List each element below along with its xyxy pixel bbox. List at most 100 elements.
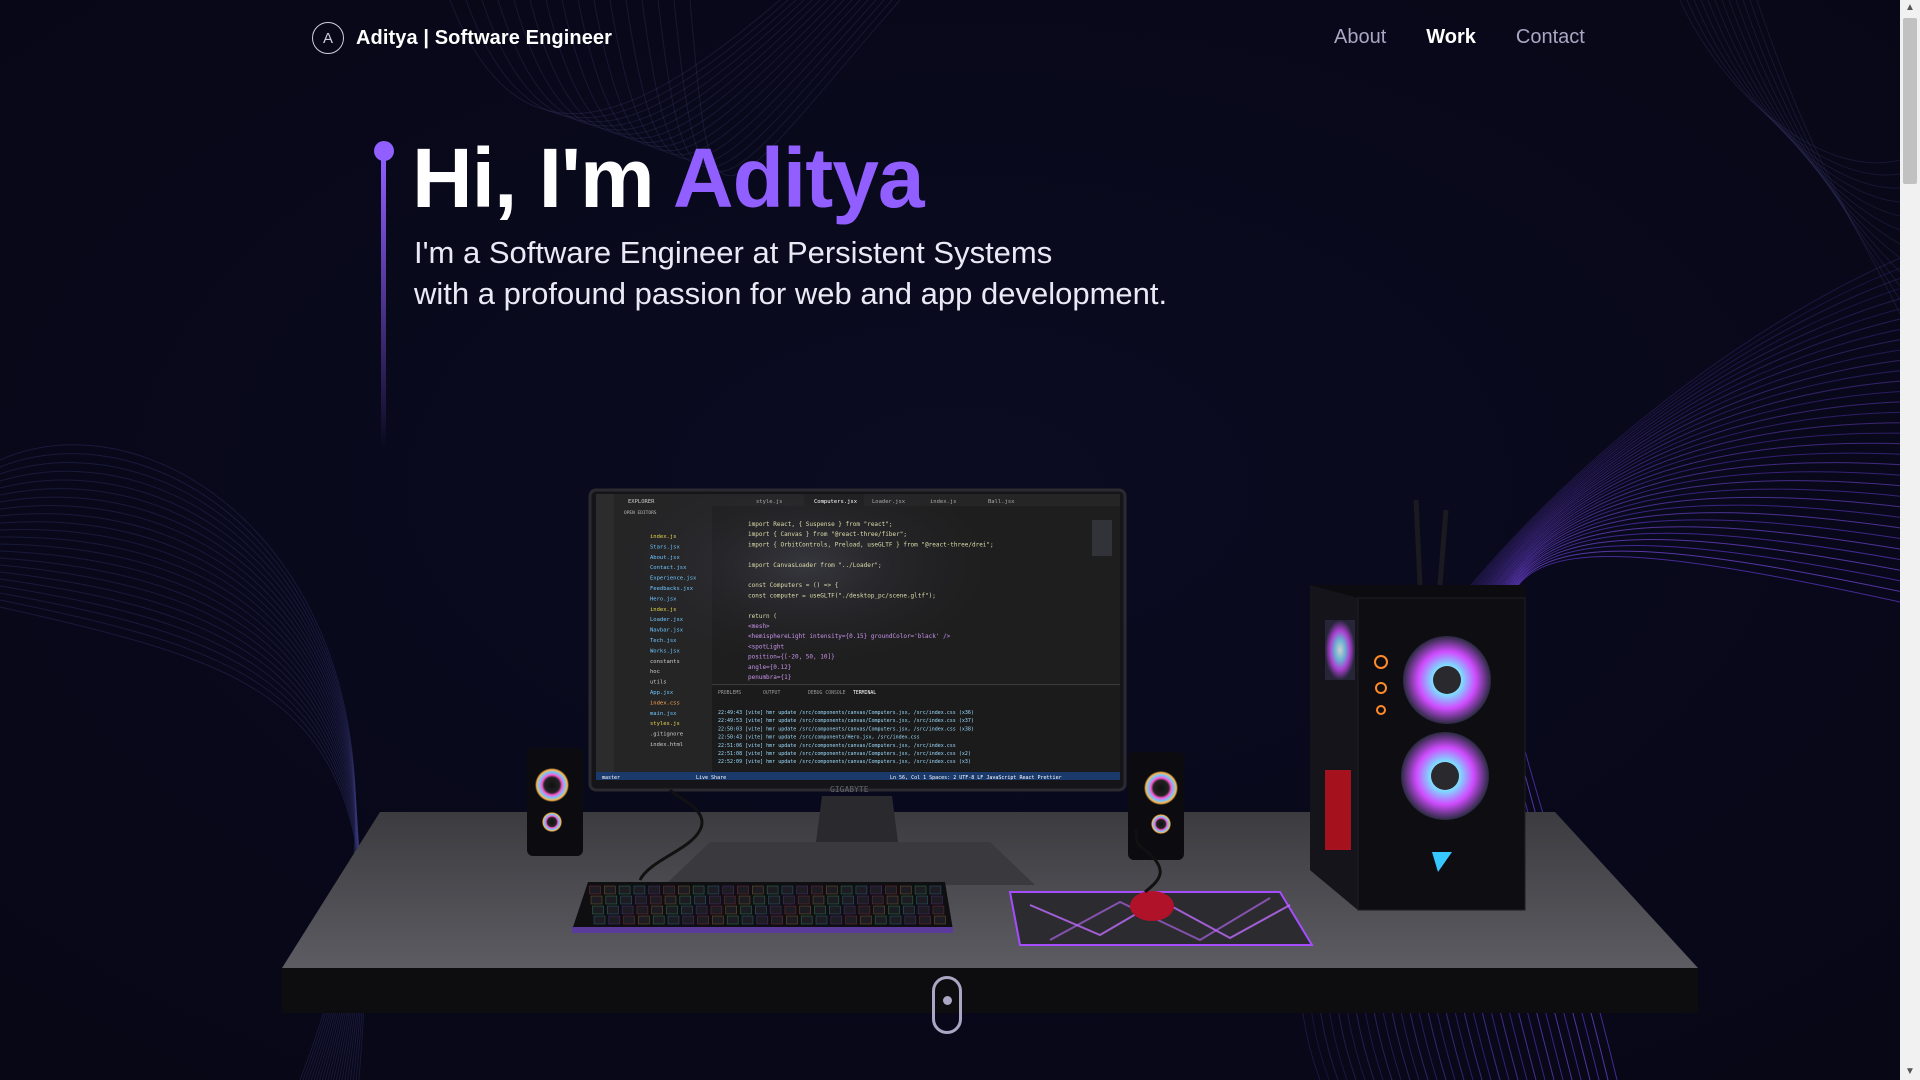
keyboard-key [934, 915, 946, 925]
code-line: import React, { Suspense } from "react"; [748, 521, 893, 528]
editor-tab: Ball.jsx [988, 499, 1015, 505]
keyboard-key [652, 915, 665, 925]
scroll-up-arrow-icon[interactable]: ▲ [1900, 0, 1920, 16]
file-tree-item: Feedbacks.jsx [650, 586, 694, 592]
keyboard-key [871, 895, 884, 905]
logo-icon: A [312, 22, 344, 54]
file-tree-item: styles.js [650, 721, 680, 727]
keyboard-key [618, 885, 631, 895]
keyboard-key [680, 905, 693, 915]
file-tree-item: Navbar.jsx [650, 628, 684, 634]
keyboard-key [904, 915, 917, 925]
desk-setup-illustration: EXPLORER OPEN EDITORS style.js Computers.js… [282, 488, 1698, 1013]
keyboard-key [840, 885, 853, 895]
keyboard-key [677, 885, 690, 895]
page-scrollbar[interactable]: ▲ ▼ [1900, 0, 1920, 1080]
keyboard-key [814, 905, 826, 915]
keyboard-key [815, 915, 828, 925]
monitor-brand: GIGABYTE [830, 785, 869, 794]
terminal-tab: OUTPUT [763, 690, 780, 696]
keyboard-key [828, 905, 841, 915]
hero-subtitle-line-2: with a profound passion for web and app … [414, 276, 1168, 311]
file-tree-item: index.css [650, 700, 680, 706]
file-tree-item: index.js [650, 607, 677, 613]
nav-link-work[interactable]: Work [1426, 26, 1476, 49]
keyboard-key [858, 905, 871, 915]
keyboard-key [737, 885, 749, 895]
nav-links: About Work Contact [1334, 26, 1585, 49]
keyboard-key [886, 895, 899, 905]
code-line: <spotLight [748, 643, 785, 650]
scroll-down-arrow-icon[interactable]: ▼ [1900, 1064, 1920, 1080]
scroll-thumb[interactable] [1903, 18, 1917, 184]
open-editors-label: OPEN EDITORS [624, 510, 657, 516]
monitor-neck [816, 796, 898, 842]
keyboard-key [712, 915, 724, 925]
terminal-tab: TERMINAL [853, 690, 876, 696]
keyboard-key [751, 885, 764, 895]
file-tree-item: Loader.jsx [650, 617, 684, 623]
keyboard-key [919, 915, 931, 925]
monitor-base [665, 842, 1035, 885]
hero-subtitle-line-1: I'm a Software Engineer at Persistent Sy… [414, 235, 1053, 270]
keyboard-key [603, 885, 616, 895]
keyboard [572, 882, 953, 933]
keyboard-key [679, 895, 692, 905]
keyboard-key [589, 885, 601, 895]
code-line: return ( [748, 613, 777, 620]
keyboard-key [870, 885, 883, 895]
keyboard-key [917, 905, 930, 915]
keyboard-key [781, 885, 794, 895]
navbar: A Aditya | Software Engineer About Work … [0, 0, 1900, 78]
terminal-line: 22:49:53 [vite] hmr update /src/componen… [718, 718, 974, 724]
keyboard-key [812, 895, 825, 905]
keyboard-key [638, 915, 650, 925]
keyboard-key [709, 895, 721, 905]
keyboard-key [605, 895, 618, 905]
code-line: import CanvasLoader from "../Loader"; [748, 562, 882, 569]
code-line: penumbra={1} [748, 674, 791, 681]
editor-tab: Computers.jsx [814, 499, 858, 505]
keyboard-key [811, 885, 823, 895]
file-tree-item: index.html [650, 742, 683, 748]
keyboard-key [590, 895, 603, 905]
file-tree-item: Experience.jsx [650, 576, 697, 582]
hero-subtitle: I'm a Software Engineer at Persistent Sy… [414, 232, 1314, 314]
keyboard-key [874, 915, 887, 925]
keyboard-key [800, 915, 813, 925]
file-tree-item: hoc [650, 669, 660, 675]
code-line: import { Canvas } from "@react-three/fib… [748, 531, 907, 538]
keyboard-key [843, 905, 856, 915]
hero-title: Hi, I'm Aditya [412, 128, 925, 228]
nav-link-about[interactable]: About [1334, 26, 1386, 49]
keyboard-key [768, 895, 780, 905]
keyboard-key [633, 885, 646, 895]
keyboard-key [860, 915, 872, 925]
keyboard-key [738, 895, 751, 905]
code-line: import { OrbitControls, Preload, useGLTF… [748, 541, 994, 548]
mouse-scroll-icon[interactable] [932, 976, 962, 1034]
keyboard-key [636, 905, 649, 915]
keyboard-key [916, 895, 928, 905]
keyboard-key [692, 885, 705, 895]
keyboard-key [740, 905, 752, 915]
keyboard-key [756, 915, 769, 925]
keyboard-key [845, 915, 857, 925]
keyboard-key [621, 905, 634, 915]
keyboard-key [901, 895, 914, 905]
keyboard-key [771, 915, 783, 925]
keyboard-key [620, 895, 632, 905]
hero-name: Aditya [672, 131, 925, 225]
keyboard-key [873, 905, 886, 915]
keyboard-key [726, 915, 739, 925]
nav-link-contact[interactable]: Contact [1516, 26, 1585, 49]
explorer-title: EXPLORER [628, 499, 655, 505]
keyboard-key [855, 885, 868, 895]
keyboard-key [827, 895, 840, 905]
file-tree-item: .gitignore [650, 732, 683, 738]
keyboard-key [663, 885, 675, 895]
terminal-line: 22:49:43 [vite] hmr update /src/componen… [718, 710, 974, 716]
file-tree-item: constants [650, 659, 680, 665]
keyboard-key [888, 905, 900, 915]
brand-link[interactable]: A Aditya | Software Engineer [312, 22, 612, 54]
